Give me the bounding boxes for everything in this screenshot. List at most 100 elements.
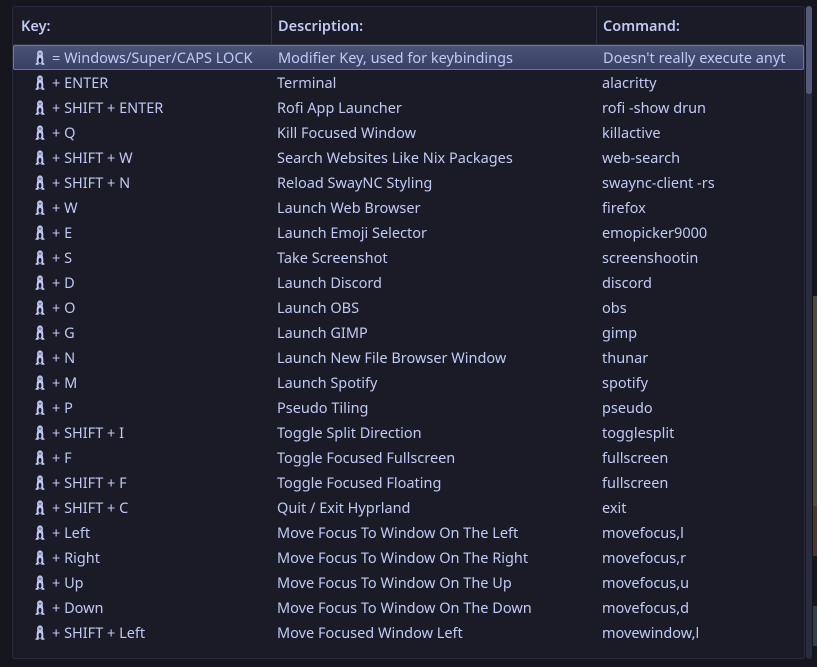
cell-description: Kill Focused Window [271,120,596,145]
key-text: + SHIFT + ENTER [52,98,163,118]
key-text: + SHIFT + F [52,473,127,493]
tux-icon [33,525,47,541]
tux-icon [33,150,47,166]
cell-description: Move Focused Window Left [271,620,596,645]
cell-key: + SHIFT + I [13,423,271,443]
cell-command: swaync-client -rs [596,170,804,195]
cell-description: Move Focus To Window On The Up [271,570,596,595]
cell-command: fullscreen [596,445,804,470]
cell-command: Doesn't really execute anyt [597,46,803,69]
cell-command: firefox [596,195,804,220]
table-row[interactable]: + RightMove Focus To Window On The Right… [13,545,804,570]
table-row[interactable]: + STake Screenshotscreenshootin [13,245,804,270]
cell-command: thunar [596,345,804,370]
key-text: + Q [52,123,75,143]
cell-description: Toggle Focused Floating [271,470,596,495]
cell-command: gimp [596,320,804,345]
cell-description: Rofi App Launcher [271,95,596,120]
edge-segment [813,606,817,646]
key-text: = Windows/Super/CAPS LOCK [52,48,253,68]
keybindings-window: Key: Description: Command: = Windows/Sup… [12,6,805,659]
tux-icon [33,300,47,316]
cell-description: Quit / Exit Hyprland [271,495,596,520]
header-key[interactable]: Key: [13,16,271,36]
table-row[interactable]: + W Launch Web Browserfirefox [13,195,804,220]
tux-icon [33,500,47,516]
key-text: + N [52,348,75,368]
cell-key: + Up [13,573,271,593]
cell-command: exit [596,495,804,520]
tux-icon [33,325,47,341]
cell-command: killactive [596,120,804,145]
cell-command: movefocus,r [596,545,804,570]
cell-key: + Right [13,548,271,568]
tux-icon [33,125,47,141]
scrollbar[interactable] [806,6,812,659]
table-row[interactable]: + GLaunch GIMPgimp [13,320,804,345]
cell-description: Launch Emoji Selector [271,220,596,245]
cell-description: Modifier Key, used for keybindings [272,46,597,69]
cell-description: Launch Web Browser [271,195,596,220]
header-command[interactable]: Command: [596,7,804,44]
table-row[interactable]: = Windows/Super/CAPS LOCK Modifier Key, u… [13,45,804,70]
tux-icon [33,250,47,266]
tux-icon [33,50,47,66]
cell-description: Reload SwayNC Styling [271,170,596,195]
header-description[interactable]: Description: [271,7,596,44]
key-text: + W [52,198,78,218]
cell-description: Launch OBS [271,295,596,320]
table-row[interactable]: + LeftMove Focus To Window On The Leftmo… [13,520,804,545]
table-row[interactable]: + SHIFT + IToggle Split Directiontoggles… [13,420,804,445]
tux-icon [33,600,47,616]
cell-command: spotify [596,370,804,395]
cell-key: + Left [13,523,271,543]
table-row[interactable]: + DownMove Focus To Window On The Downmo… [13,595,804,620]
cell-key: + O [13,298,271,318]
tux-icon [33,575,47,591]
tux-icon [33,400,47,416]
table-row[interactable]: + SHIFT + NReload SwayNC Stylingswaync-c… [13,170,804,195]
scrollbar-thumb[interactable] [806,6,812,94]
cell-command: emopicker9000 [596,220,804,245]
table-row[interactable]: + UpMove Focus To Window On The Upmovefo… [13,570,804,595]
cell-description: Launch Spotify [271,370,596,395]
cell-key: + N [13,348,271,368]
table-row[interactable]: + SHIFT + CQuit / Exit Hyprlandexit [13,495,804,520]
cell-key: + E [13,223,271,243]
cell-key: + Down [13,598,271,618]
key-text: + Down [52,598,104,618]
cell-key: + SHIFT + ENTER [13,98,271,118]
cell-command: movewindow,l [596,620,804,645]
table-row[interactable]: + ELaunch Emoji Selectoremopicker9000 [13,220,804,245]
tux-icon [33,425,47,441]
cell-command: discord [596,270,804,295]
cell-key: + M [13,373,271,393]
cell-description: Pseudo Tiling [271,395,596,420]
tux-icon [33,475,47,491]
table-row[interactable]: + Q Kill Focused Windowkillactive [13,120,804,145]
table-row[interactable]: + SHIFT + LeftMove Focused Window Leftmo… [13,620,804,645]
table-row[interactable]: + NLaunch New File Browser Windowthunar [13,345,804,370]
cell-description: Take Screenshot [271,245,596,270]
tux-icon [33,200,47,216]
table-row[interactable]: + SHIFT + WSearch Websites Like Nix Pack… [13,145,804,170]
tux-icon [33,175,47,191]
key-text: + ENTER [52,73,108,93]
table-row[interactable]: + PPseudo Tilingpseudo [13,395,804,420]
cell-command: web-search [596,145,804,170]
cell-command: togglesplit [596,420,804,445]
table-row[interactable]: + FToggle Focused Fullscreenfullscreen [13,445,804,470]
edge-segment [813,296,817,506]
key-text: + D [52,273,75,293]
table-row[interactable]: + OLaunch OBSobs [13,295,804,320]
cell-description: Move Focus To Window On The Down [271,595,596,620]
table-row[interactable]: + ENTERTerminalalacritty [13,70,804,95]
cell-command: obs [596,295,804,320]
cell-key: = Windows/Super/CAPS LOCK [14,48,272,68]
cell-description: Terminal [271,70,596,95]
table-row[interactable]: + DLaunch Discorddiscord [13,270,804,295]
table-row[interactable]: + SHIFT + FToggle Focused Floatingfullsc… [13,470,804,495]
table-row[interactable]: + MLaunch Spotifyspotify [13,370,804,395]
cell-description: Launch GIMP [271,320,596,345]
table-row[interactable]: + SHIFT + ENTERRofi App Launcherrofi -sh… [13,95,804,120]
